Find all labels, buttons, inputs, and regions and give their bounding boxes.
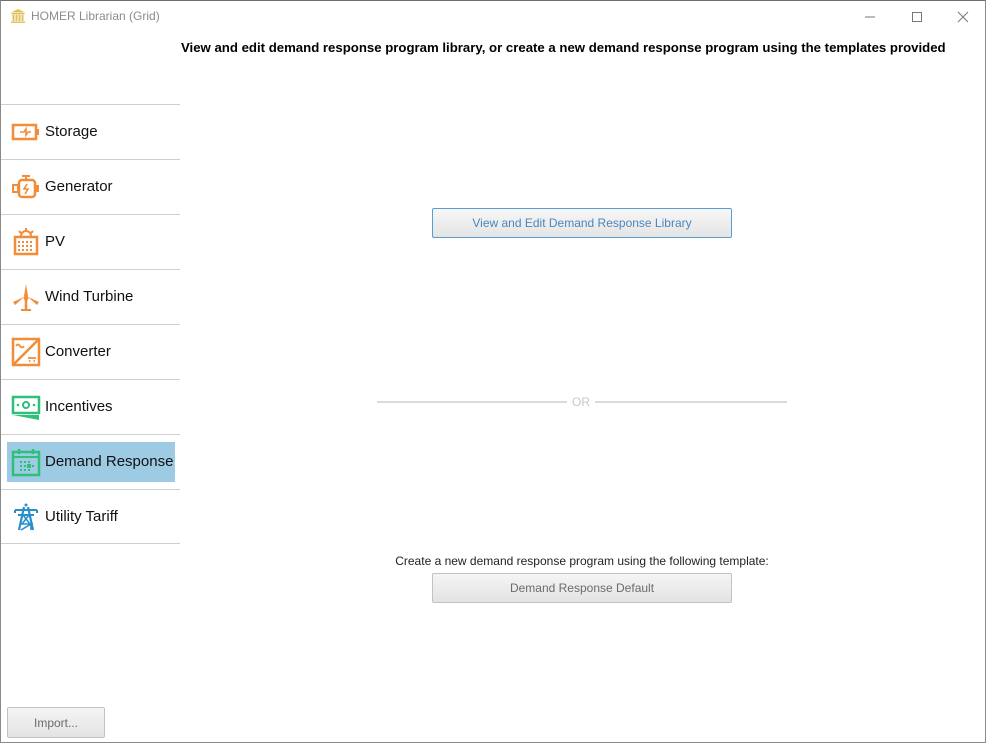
power-tower-icon	[14, 503, 38, 531]
calendar-icon	[11, 449, 41, 477]
money-bill-icon	[11, 395, 41, 420]
minimize-button[interactable]	[847, 1, 893, 32]
separator-line-right	[595, 401, 787, 403]
template-instruction-label: Create a new demand response program usi…	[395, 554, 769, 568]
sidebar-item-label: Incentives	[45, 398, 113, 415]
sidebar-item-label: Wind Turbine	[45, 288, 134, 305]
sidebar-item-generator[interactable]: Generator	[1, 159, 180, 214]
sidebar-item-incentives[interactable]: Incentives	[1, 379, 180, 434]
sidebar-item-storage[interactable]: Storage	[1, 104, 180, 159]
separator-or-label: OR	[572, 395, 590, 409]
separator-line-left	[377, 401, 567, 403]
app-window: HOMER Librarian (Grid) View and edit dem…	[0, 0, 986, 743]
converter-icon	[11, 337, 41, 367]
page-heading: View and edit demand response program li…	[181, 40, 979, 60]
page-heading-text: View and edit demand response program li…	[181, 40, 946, 55]
sidebar-item-utility-tariff[interactable]: Utility Tariff	[1, 489, 180, 544]
sidebar-item-label: Utility Tariff	[45, 508, 118, 525]
sidebar-item-label: Storage	[45, 123, 98, 140]
close-icon	[957, 11, 969, 22]
view-edit-library-button[interactable]: View and Edit Demand Response Library	[432, 208, 732, 238]
import-button[interactable]: Import...	[7, 707, 105, 738]
sidebar-item-label: PV	[45, 233, 66, 250]
maximize-icon	[912, 11, 922, 22]
minimize-icon	[865, 16, 875, 17]
sidebar-item-demand-response[interactable]: Demand Response	[1, 434, 180, 489]
wind-turbine-icon	[13, 284, 39, 311]
maximize-button[interactable]	[894, 1, 940, 32]
solar-panel-icon	[13, 228, 39, 256]
demand-response-default-template-button[interactable]: Demand Response Default	[432, 573, 732, 603]
sidebar-item-pv[interactable]: PV	[1, 214, 180, 269]
sidebar-item-converter[interactable]: Converter	[1, 324, 180, 379]
window-title: HOMER Librarian (Grid)	[31, 9, 160, 23]
sidebar-item-label: Converter	[45, 343, 111, 360]
sidebar: Storage Generator PV Wind Turbine Conver…	[1, 104, 180, 544]
library-building-icon	[11, 9, 25, 23]
battery-icon	[11, 123, 39, 141]
generator-engine-icon	[12, 175, 39, 199]
title-bar: HOMER Librarian (Grid)	[1, 1, 985, 32]
sidebar-item-wind-turbine[interactable]: Wind Turbine	[1, 269, 180, 324]
sidebar-item-label: Generator	[45, 178, 113, 195]
sidebar-item-label: Demand Response	[45, 453, 174, 470]
close-button[interactable]	[940, 1, 985, 32]
